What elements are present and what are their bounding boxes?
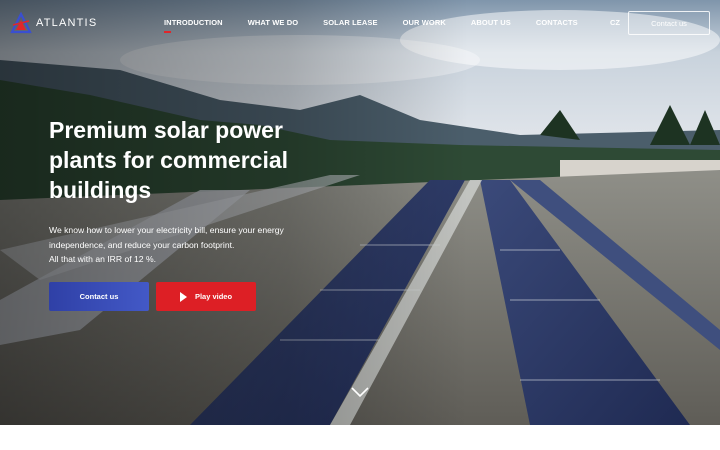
main-nav: INTRODUCTION WHAT WE DO SOLAR LEASE OUR … [164, 18, 603, 33]
nav-item-about-us[interactable]: ABOUT US [471, 18, 511, 27]
hero-overlay [0, 0, 720, 425]
chevron-down-icon[interactable] [350, 386, 370, 398]
atlantis-logo-icon [10, 12, 32, 34]
description-line-2: independence, and reduce your carbon foo… [49, 239, 235, 250]
nav-item-our-work[interactable]: OUR WORK [403, 18, 446, 27]
language-switch[interactable]: CZ [610, 18, 620, 27]
headline-line-1: Premium solar power [49, 117, 283, 143]
logo-text: ATLANTIS [36, 17, 98, 29]
nav-item-what-we-do[interactable]: WHAT WE DO [248, 18, 298, 27]
description-line-1: We know how to lower your electricity bi… [49, 225, 284, 235]
description-line-3: All that with an IRR of 12 %. [49, 254, 156, 264]
hero-section: ATLANTIS INTRODUCTION WHAT WE DO SOLAR L… [0, 0, 720, 425]
play-icon [179, 291, 187, 302]
header-contact-button[interactable]: Contact us [628, 11, 710, 35]
logo[interactable]: ATLANTIS [10, 12, 97, 34]
nav-item-introduction[interactable]: INTRODUCTION [164, 18, 223, 33]
hero-description: We know how to lower your electricity bi… [49, 223, 319, 267]
play-video-label: Play video [194, 292, 233, 301]
hero-headline: Premium solar power plants for commercia… [49, 115, 319, 205]
headline-line-2: plants for commercial [49, 147, 289, 173]
play-video-button[interactable]: Play video [156, 282, 256, 311]
header-contact-label: Contact us [651, 18, 687, 28]
headline-line-3: buildings [49, 177, 152, 203]
contact-us-button[interactable]: Contact us [49, 282, 149, 311]
contact-us-label: Contact us [79, 292, 119, 301]
nav-item-contacts[interactable]: CONTACTS [536, 18, 578, 27]
nav-item-solar-lease[interactable]: SOLAR LEASE [323, 18, 377, 27]
top-navigation: ATLANTIS INTRODUCTION WHAT WE DO SOLAR L… [0, 0, 720, 46]
